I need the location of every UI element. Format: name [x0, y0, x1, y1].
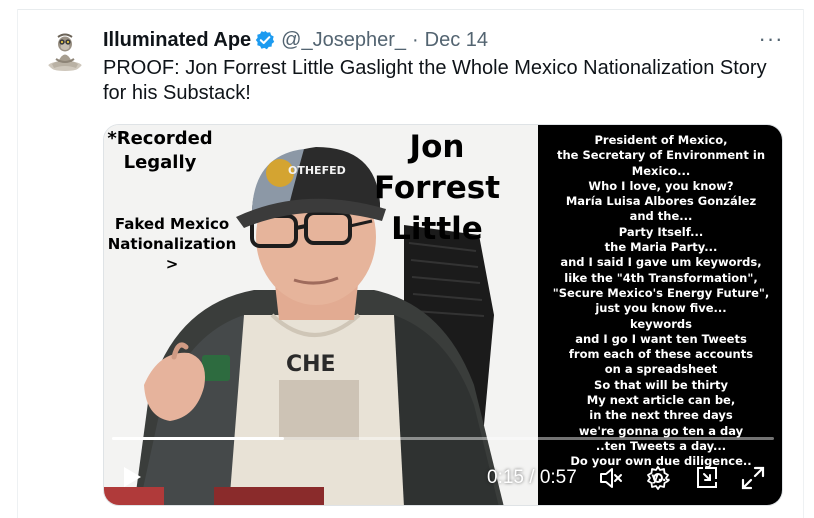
tweet-card[interactable]: Illuminated Ape @_Josepher_ · Dec 14 ···… — [0, 0, 814, 518]
video-player[interactable]: CHE OTHEFED *Recorded Legally Jon Forres… — [103, 124, 783, 506]
more-icon: ··· — [758, 26, 784, 51]
transcript-line: like the "4th Transformation", — [564, 270, 758, 285]
transcript-line: and I go I want ten Tweets — [575, 331, 747, 346]
pip-icon — [697, 467, 717, 488]
transcript-line: on a spreadsheet — [604, 362, 718, 377]
transcript-line: My next article can be, — [586, 393, 736, 408]
tweet-header: Illuminated Ape @_Josepher_ · Dec 14 — [103, 28, 488, 52]
transcript-line: María Luisa Albores González — [565, 194, 757, 209]
time-separator: / — [529, 467, 535, 488]
video-scrubber[interactable] — [112, 437, 774, 440]
transcript-line: "Secure Mexico's Energy Future", — [552, 285, 770, 300]
timecode: 0:15 / 0:57 — [487, 467, 577, 489]
current-time: 0:15 — [487, 467, 524, 488]
transcript-line: the Maria Party... — [604, 240, 718, 255]
scrubber-progress — [112, 437, 285, 440]
settings-icon — [647, 466, 669, 490]
more-options-button[interactable]: ··· — [756, 26, 786, 51]
fullscreen-button[interactable] — [740, 465, 766, 491]
transcript-line: just you know five... — [595, 301, 727, 316]
avatar[interactable] — [43, 29, 87, 73]
shirt-print: CHE — [286, 352, 336, 377]
divider — [18, 9, 804, 10]
video-frame: CHE OTHEFED *Recorded Legally Jon Forres… — [104, 125, 538, 505]
duration: 0:57 — [539, 467, 577, 488]
transcript-line: in the next three days — [589, 408, 733, 423]
transcript-line: keywords — [630, 316, 692, 331]
transcript-line: and the... — [629, 209, 693, 224]
play-button[interactable] — [120, 465, 144, 489]
fullscreen-icon — [741, 466, 765, 490]
verified-badge-icon — [255, 30, 275, 50]
mute-button[interactable] — [598, 465, 624, 491]
column-border-right — [803, 9, 804, 518]
picture-in-picture-button[interactable] — [694, 465, 720, 491]
settings-button[interactable] — [645, 465, 671, 491]
tweet-date[interactable]: Dec 14 — [425, 29, 488, 52]
tweet-text: PROOF: Jon Forrest Little Gaslight the W… — [103, 57, 767, 104]
transcript-line: So that will be thirty — [594, 377, 728, 392]
transcript-text: President of Mexico, the Secretary of Env… — [538, 133, 782, 485]
meditating-ape-avatar-icon — [43, 29, 87, 73]
transcript-line: Mexico... — [631, 163, 691, 178]
transcript-panel: President of Mexico, the Secretary of Env… — [538, 125, 782, 505]
transcript-line: from each of these accounts — [568, 347, 754, 362]
column-border-left — [17, 9, 18, 518]
display-name[interactable]: Illuminated Ape — [103, 29, 251, 52]
user-handle[interactable]: @_Josepher_ — [281, 29, 406, 52]
mute-icon — [600, 468, 622, 488]
separator-dot: · — [412, 28, 419, 51]
transcript-line: President of Mexico, — [594, 133, 728, 147]
transcript-line: and I said I gave um keywords, — [560, 255, 762, 270]
transcript-line: Who I love, you know? — [588, 178, 734, 193]
play-icon — [124, 467, 141, 487]
hat-print: OTHEFED — [288, 164, 346, 177]
overlay-name-title: Jon Forrest Little — [373, 129, 501, 247]
transcript-line: ..ten Tweets a day... — [595, 438, 727, 453]
overlay-faked-label: Faked Mexico Nationalization > — [107, 215, 237, 273]
transcript-line: Party Itself... — [618, 224, 704, 239]
overlay-recorded-label: *Recorded Legally — [107, 128, 213, 173]
transcript-line: the Secretary of Environment in — [556, 148, 766, 163]
